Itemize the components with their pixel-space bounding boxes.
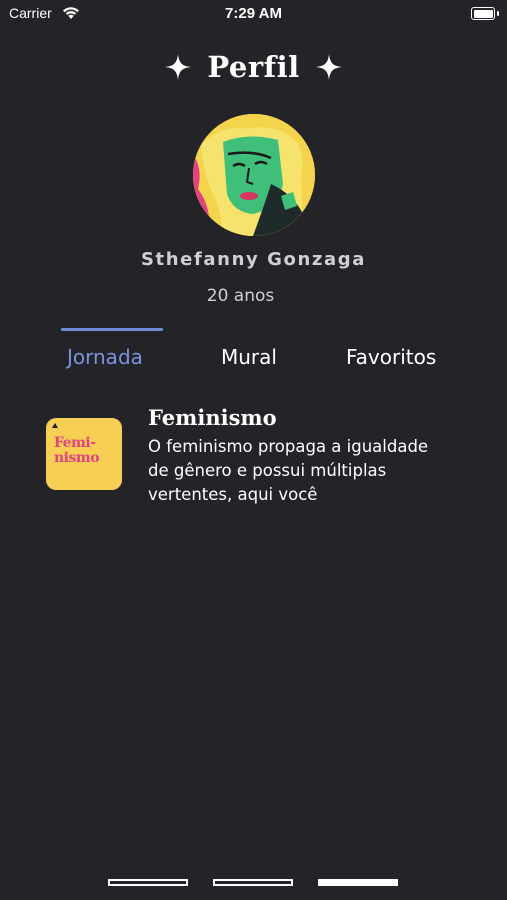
page-indicator-dot[interactable] — [108, 879, 188, 886]
sparkle-icon — [165, 54, 192, 80]
tab-mural[interactable]: Mural — [221, 345, 277, 369]
status-time: 7:29 AM — [225, 5, 282, 22]
journey-title: Feminismo — [148, 405, 277, 430]
journey-description: O feminismo propaga a igualdade de gêner… — [148, 437, 429, 504]
page-header: Perfil — [0, 50, 507, 84]
active-tab-indicator — [61, 328, 163, 331]
page-indicator-dot[interactable] — [213, 879, 293, 886]
triangle-icon — [52, 423, 58, 428]
battery-icon — [471, 7, 499, 20]
profile-name: Sthefanny Gonzaga — [140, 249, 366, 270]
tab-favoritos[interactable]: Favoritos — [346, 345, 436, 369]
status-bar: Carrier 7:29 AM — [0, 0, 507, 28]
profile-age: 20 anos — [206, 286, 275, 306]
journey-item[interactable]: Femi- nismo Feminismo O feminismo propag… — [46, 405, 466, 515]
journey-thumbnail: Femi- nismo — [46, 418, 122, 490]
sparkle-icon — [315, 54, 342, 80]
thumbnail-label: Femi- nismo — [54, 435, 100, 466]
avatar-illustration — [193, 114, 315, 236]
avatar — [193, 114, 315, 236]
page-indicator-dot-active[interactable] — [318, 879, 398, 886]
page-title: Perfil — [207, 50, 300, 84]
tab-jornada[interactable]: Jornada — [67, 345, 143, 369]
